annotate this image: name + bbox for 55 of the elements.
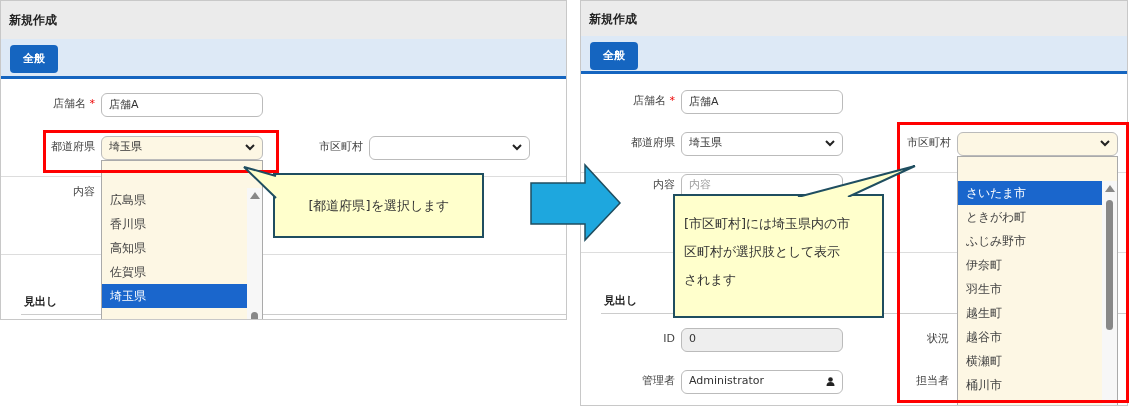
- select-field[interactable]: [369, 135, 530, 160]
- dropdown-option[interactable]: 羽生市: [958, 276, 1102, 301]
- field-label: 内容: [73, 184, 95, 201]
- dropdown-option[interactable]: ときがわ町: [958, 204, 1102, 229]
- select-value: 埼玉県: [689, 135, 722, 152]
- person-icon: [826, 377, 835, 386]
- field-label: 市区町村: [907, 135, 951, 152]
- chevron-down-icon: [825, 140, 835, 147]
- field-label: 担当者: [916, 373, 949, 390]
- field-label: 市区町村: [319, 139, 363, 156]
- section-heading: 見出し: [604, 293, 637, 307]
- select-value: 埼玉県: [109, 139, 142, 156]
- callout-pointer: [243, 166, 277, 199]
- dropdown-option[interactable]: ふじみ野市: [958, 228, 1102, 253]
- section-heading: 見出し: [24, 294, 57, 308]
- dropdown-option[interactable]: 埼玉県: [102, 283, 247, 308]
- callout: [都道府県]を選択します: [273, 173, 484, 238]
- field-label: 状況: [927, 331, 949, 348]
- field-label: 都道府県: [51, 139, 95, 156]
- dropdown-option[interactable]: さいたま市: [958, 180, 1102, 205]
- dropdown-option[interactable]: 伊奈町: [958, 252, 1102, 277]
- arrow-icon: [530, 163, 622, 243]
- select-field[interactable]: 埼玉県: [101, 135, 263, 160]
- dropdown-option[interactable]: 越谷市: [958, 324, 1102, 349]
- chevron-down-icon: [245, 144, 255, 151]
- chevron-down-icon: [1100, 140, 1110, 147]
- field-value: 0: [689, 331, 696, 348]
- field-label: 店舗名: [52, 95, 86, 112]
- field-label: 都道府県: [631, 135, 675, 152]
- select-field[interactable]: [957, 131, 1118, 156]
- dropdown-option[interactable]: 越生町: [958, 300, 1102, 325]
- field-value: Administrator: [689, 373, 764, 390]
- page-title: 新規作成: [589, 10, 637, 28]
- tab[interactable]: 全般: [10, 45, 58, 73]
- text-field[interactable]: 店舗A: [681, 89, 843, 114]
- select-field[interactable]: 埼玉県: [681, 131, 843, 156]
- dropdown-option[interactable]: 広島県: [102, 187, 247, 212]
- scroll-up-icon[interactable]: [1105, 184, 1115, 192]
- scrollbar-thumb[interactable]: [1106, 199, 1113, 330]
- tab[interactable]: 全般: [590, 42, 638, 70]
- field-label: 店舗名: [632, 92, 666, 109]
- dropdown-option[interactable]: 横瀬町: [958, 348, 1102, 373]
- dropdown-option[interactable]: 香川県: [102, 211, 247, 236]
- dropdown-option[interactable]: 桶川市: [958, 372, 1102, 397]
- dropdown-option[interactable]: 高知県: [102, 235, 247, 260]
- text-field[interactable]: Administrator: [681, 369, 843, 394]
- dropdown-option[interactable]: 佐賀県: [102, 259, 247, 284]
- required-marker: *: [89, 98, 95, 110]
- text-field[interactable]: 店舗A: [101, 92, 263, 117]
- required-marker: *: [669, 95, 675, 107]
- field-label: 管理者: [642, 373, 675, 390]
- field-label: ID: [663, 331, 675, 348]
- field-label: 内容: [653, 177, 675, 194]
- page-title: 新規作成: [9, 12, 57, 29]
- chevron-down-icon: [512, 144, 522, 151]
